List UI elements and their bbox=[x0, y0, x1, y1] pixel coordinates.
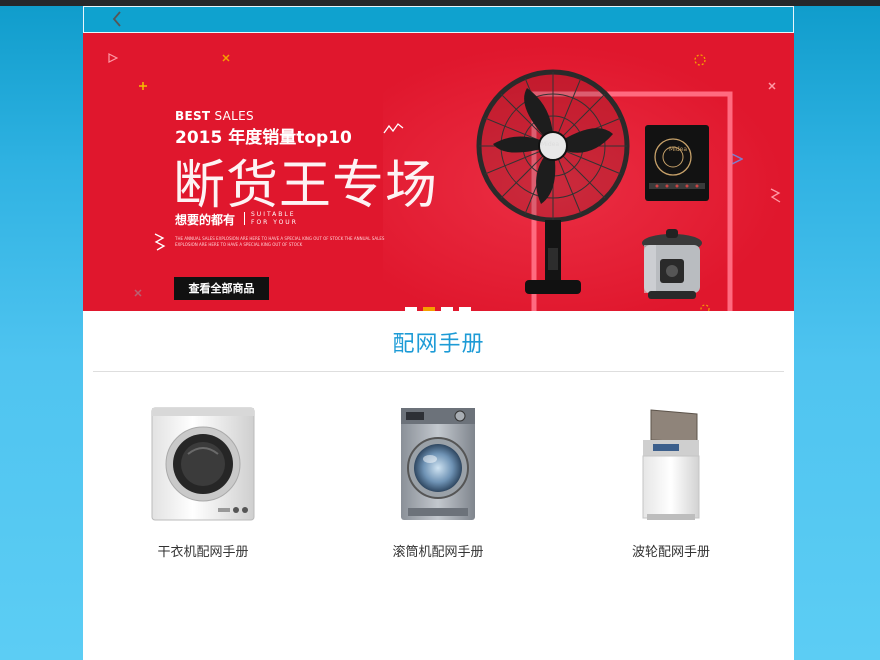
carousel-dot-2[interactable] bbox=[423, 307, 435, 311]
banner-tagline: 想要的都有 bbox=[175, 213, 236, 227]
section-divider bbox=[93, 371, 784, 372]
back-button[interactable] bbox=[108, 9, 128, 29]
pressure-cooker-icon bbox=[642, 229, 702, 299]
dryer-icon bbox=[151, 407, 255, 521]
app-frame: BEST SALES 2015 年度销量top10 断货王专场 想要的都有 SU… bbox=[83, 6, 794, 660]
view-all-products-button[interactable]: 查看全部商品 bbox=[174, 277, 269, 300]
best-label: BEST bbox=[175, 109, 211, 123]
carousel-dot-3[interactable] bbox=[441, 307, 453, 311]
top-load-washer-icon bbox=[642, 409, 700, 520]
induction-cooker-icon bbox=[645, 125, 709, 201]
decorative-ring-icon bbox=[694, 54, 706, 66]
promo-banner[interactable]: BEST SALES 2015 年度销量top10 断货王专场 想要的都有 SU… bbox=[83, 33, 794, 311]
section-title: 配网手册 bbox=[392, 332, 485, 357]
manual-card-label: 波轮配网手册 bbox=[631, 545, 710, 560]
suitable-line-1: SUITABLE bbox=[251, 211, 296, 218]
carousel-dots bbox=[405, 296, 477, 311]
nav-bar bbox=[83, 6, 794, 33]
banner-headline: 断货王专场 bbox=[173, 156, 439, 216]
banner-best-sales: BEST SALES bbox=[175, 109, 254, 123]
suitable-line-2: FOR YOUR bbox=[251, 219, 298, 226]
carousel-dot-4[interactable] bbox=[459, 307, 471, 311]
decorative-cross-icon bbox=[768, 82, 776, 90]
tagline-separator bbox=[244, 212, 245, 225]
electric-fan-icon bbox=[476, 69, 630, 294]
decorative-cross-icon bbox=[222, 54, 230, 62]
manual-card-front-load[interactable]: 滚筒机配网手册 bbox=[338, 404, 538, 569]
decorative-triangle-icon bbox=[108, 53, 118, 63]
decorative-zigzag-icon bbox=[154, 233, 166, 251]
banner-fine-print: THE ANNUAL SALES EXPLOSION ARE HERE TO H… bbox=[175, 236, 385, 247]
front-load-washer-icon bbox=[401, 408, 475, 520]
carousel-dot-1[interactable] bbox=[405, 307, 417, 311]
decorative-zigzag-icon bbox=[383, 123, 404, 134]
chevron-left-icon bbox=[112, 11, 121, 27]
manual-card-label: 滚筒机配网手册 bbox=[392, 545, 484, 560]
decorative-cross-icon bbox=[134, 289, 142, 297]
sales-label: SALES bbox=[210, 109, 254, 123]
manual-card-dryer[interactable]: 干衣机配网手册 bbox=[103, 404, 303, 569]
manual-card-top-load[interactable]: 波轮配网手册 bbox=[571, 404, 771, 569]
banner-suitable: SUITABLE FOR YOUR bbox=[251, 211, 298, 227]
manual-card-label: 干衣机配网手册 bbox=[157, 545, 249, 560]
decorative-plus-icon bbox=[139, 82, 147, 90]
decorative-zigzag-icon bbox=[770, 188, 781, 203]
cooker-brand-text: Midea bbox=[669, 146, 688, 153]
fan-brand-text: Midea bbox=[541, 141, 560, 148]
